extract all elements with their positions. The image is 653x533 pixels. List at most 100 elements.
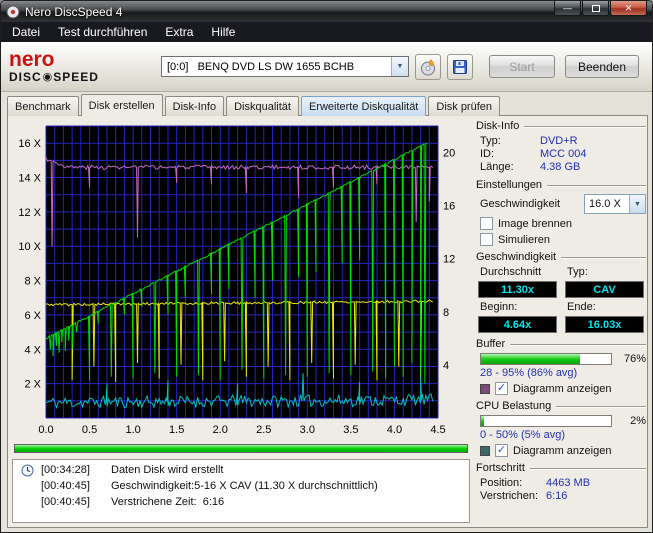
section-cpu: CPU Belastung 2% 0 - 50% (5% avg) Diagra… <box>476 400 646 457</box>
buffer-bar <box>480 353 612 365</box>
section-title: Disk-Info <box>476 120 519 132</box>
titlebar[interactable]: Nero DiscSpeed 4 — ✕ <box>1 1 652 22</box>
close-button[interactable]: ✕ <box>610 1 647 16</box>
tab-erweiterte-diskqualitaet[interactable]: Erweiterte Diskqualität <box>301 96 426 116</box>
maximize-icon <box>592 5 600 12</box>
disk-id-label: ID: <box>480 148 540 160</box>
cpu-bar-row: 2% <box>480 415 646 427</box>
menu-hilfe[interactable]: Hilfe <box>202 23 244 41</box>
cpu-diagram-checkbox[interactable] <box>495 444 508 457</box>
beenden-button[interactable]: Beenden <box>565 55 639 78</box>
start-button[interactable]: Start <box>489 55 555 78</box>
svg-text:1.5: 1.5 <box>169 424 184 436</box>
svg-text:3.0: 3.0 <box>300 424 315 436</box>
svg-text:12: 12 <box>443 254 455 266</box>
svg-text:14 X: 14 X <box>18 173 41 185</box>
disk-length-label: Länge: <box>480 161 540 173</box>
svg-text:4: 4 <box>443 360 449 372</box>
position-value: 4463 MB <box>546 477 590 489</box>
log-text: Geschwindigkeit:5-16 X CAV (11.30 X durc… <box>111 480 378 492</box>
divider <box>530 468 646 469</box>
tab-disk-erstellen[interactable]: Disk erstellen <box>81 94 163 116</box>
app-window: Nero DiscSpeed 4 — ✕ Datei Test durchfüh… <box>0 0 653 533</box>
svg-text:4 X: 4 X <box>24 344 41 356</box>
buffer-percent: 76% <box>618 353 646 365</box>
speed-select-value: 16.0 X <box>585 198 629 210</box>
cpu-diagram-label: Diagramm anzeigen <box>513 445 611 457</box>
section-buffer: Buffer 76% 28 - 95% (86% avg) Diagramm a… <box>476 338 646 395</box>
image-brennen-checkbox[interactable] <box>480 217 493 230</box>
tab-disk-pruefen[interactable]: Disk prüfen <box>428 96 500 116</box>
section-geschwindigkeit: Geschwindigkeit Durchschnitt Typ: 11.30x… <box>476 251 646 333</box>
toolbar: nero DISC ◉ SPEED [0:0] BENQ DVD LS DW 1… <box>1 42 652 92</box>
buffer-swatch <box>480 384 490 394</box>
overall-progress-bar <box>14 444 468 453</box>
drive-select-value: [0:0] BENQ DVD LS DW 1655 BCHB <box>167 61 354 73</box>
avg-speed-value: 11.30x <box>478 281 557 298</box>
position-row: Position:4463 MB <box>480 477 646 489</box>
svg-text:4.5: 4.5 <box>430 424 445 436</box>
burn-disc-icon <box>419 58 437 76</box>
end-speed-value: 16.03x <box>565 316 644 333</box>
begin-speed-value: 4.64x <box>478 316 557 333</box>
tab-benchmark[interactable]: Benchmark <box>7 96 79 116</box>
svg-text:16: 16 <box>443 201 455 213</box>
minimize-button[interactable]: — <box>554 1 581 16</box>
simulieren-checkbox[interactable] <box>480 233 493 246</box>
log-line: [00:34:28] Daten Disk wird erstellt <box>19 464 465 476</box>
svg-text:4.0: 4.0 <box>387 424 402 436</box>
cpu-percent: 2% <box>618 415 646 427</box>
discspeed-wordmark: DISC ◉ SPEED <box>9 71 161 84</box>
save-button[interactable] <box>447 54 473 80</box>
svg-text:0.0: 0.0 <box>38 424 53 436</box>
disk-id-row: ID:MCC 004 <box>480 148 646 160</box>
nero-discspeed-logo: nero DISC ◉ SPEED <box>9 49 161 84</box>
speed-type-label: Typ: <box>565 266 644 278</box>
svg-text:1.0: 1.0 <box>125 424 140 436</box>
elapsed-value: 6:16 <box>546 490 567 502</box>
log-text: Daten Disk wird erstellt <box>111 464 223 476</box>
position-label: Position: <box>480 477 546 489</box>
section-title: Fortschritt <box>476 462 525 474</box>
divider <box>561 257 646 258</box>
buffer-range: 28 - 95% (86% avg) <box>480 367 646 379</box>
chevron-down-icon[interactable]: ▼ <box>391 57 408 76</box>
drive-select[interactable]: [0:0] BENQ DVD LS DW 1655 BCHB ▼ <box>161 56 409 77</box>
side-panel: Disk-Info Typ:DVD+R ID:MCC 004 Länge:4.3… <box>476 120 646 503</box>
buffer-diagram-label: Diagramm anzeigen <box>513 383 611 395</box>
section-title: Buffer <box>476 338 505 350</box>
divider <box>510 344 646 345</box>
svg-text:6 X: 6 X <box>24 310 41 322</box>
window-title: Nero DiscSpeed 4 <box>25 5 122 19</box>
clock-icon <box>21 464 34 480</box>
logo-disc-text: DISC <box>9 71 42 84</box>
elapsed-label: Verstrichen: <box>480 490 546 502</box>
divider <box>524 126 646 127</box>
svg-text:2.0: 2.0 <box>213 424 228 436</box>
section-title: Einstellungen <box>476 179 542 191</box>
section-einstellungen: Einstellungen Geschwindigkeit 16.0 X ▼ I… <box>476 179 646 246</box>
buffer-diagram-checkbox[interactable] <box>495 382 508 395</box>
disk-type-row: Typ:DVD+R <box>480 135 646 147</box>
disk-id-value: MCC 004 <box>540 148 586 160</box>
tab-disk-info[interactable]: Disk-Info <box>165 96 224 116</box>
maximize-button[interactable] <box>582 1 609 16</box>
burn-disc-button[interactable] <box>415 54 441 80</box>
nero-wordmark: nero <box>9 49 161 71</box>
tab-diskqualitaet[interactable]: Diskqualität <box>226 96 299 116</box>
svg-text:8 X: 8 X <box>24 276 41 288</box>
menu-test-durchfuehren[interactable]: Test durchführen <box>49 23 156 41</box>
menu-datei[interactable]: Datei <box>3 23 49 41</box>
cpu-range: 0 - 50% (5% avg) <box>480 429 646 441</box>
menu-extra[interactable]: Extra <box>156 23 202 41</box>
begin-speed-label: Beginn: <box>478 301 557 313</box>
speed-select[interactable]: 16.0 X ▼ <box>584 194 646 214</box>
tab-strip: Benchmark Disk erstellen Disk-Info Diskq… <box>7 94 502 116</box>
end-speed-label: Ende: <box>565 301 644 313</box>
chevron-down-icon[interactable]: ▼ <box>629 195 645 213</box>
section-title: Geschwindigkeit <box>476 251 556 263</box>
buffer-bar-row: 76% <box>480 353 646 365</box>
buffer-bar-fill <box>481 354 580 364</box>
elapsed-row: Verstrichen:6:16 <box>480 490 646 502</box>
cpu-swatch <box>480 446 490 456</box>
